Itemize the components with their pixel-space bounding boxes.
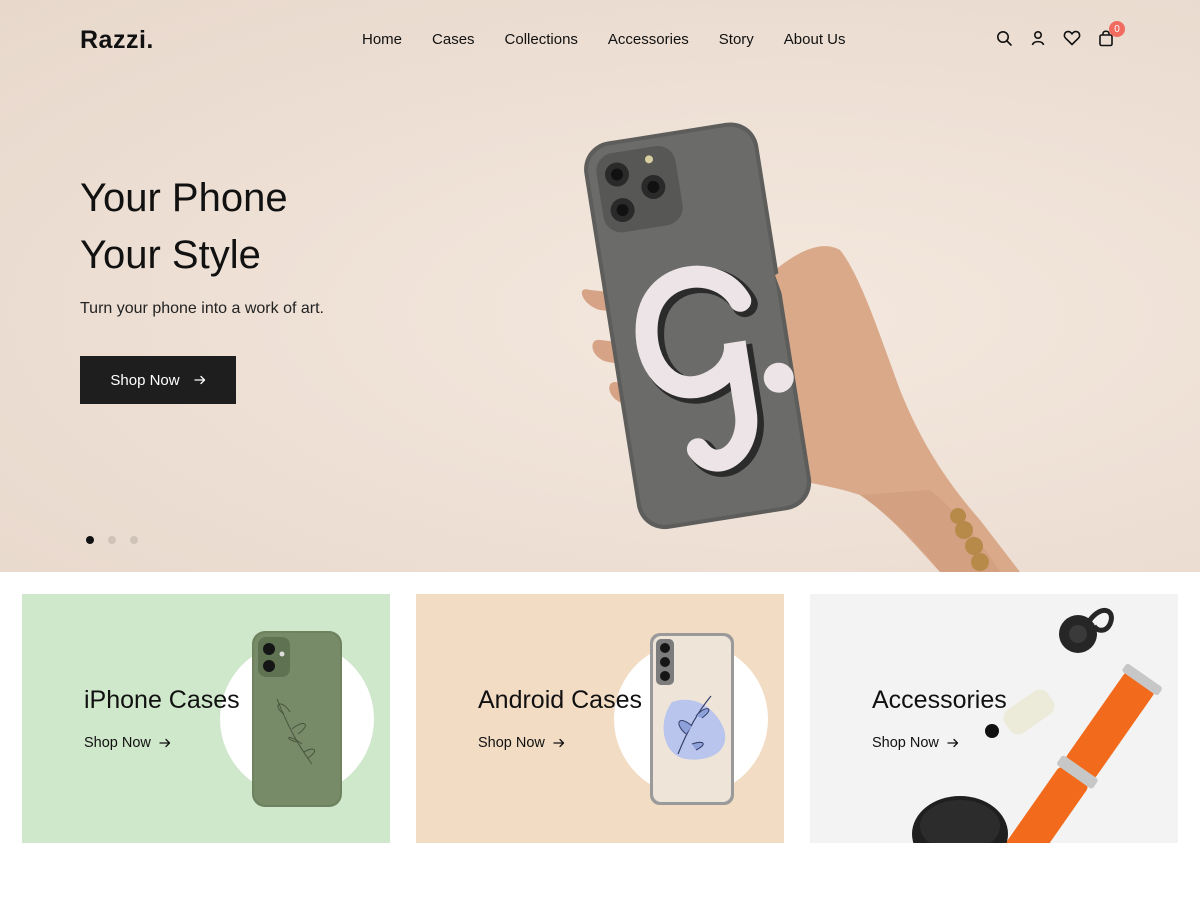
category-title-android: Android Cases — [478, 686, 642, 714]
nav-item-cases[interactable]: Cases — [432, 31, 475, 48]
site-logo[interactable]: Razzi. — [80, 26, 154, 55]
heart-icon[interactable] — [1062, 28, 1082, 48]
category-card-accessories[interactable]: Accessories Shop Now — [810, 594, 1178, 843]
cart-count-badge: 0 — [1109, 21, 1125, 37]
nav-item-home[interactable]: Home — [362, 31, 402, 48]
main-nav: Home Cases Collections Accessories Story… — [362, 31, 846, 48]
hero-phone-image — [581, 122, 1020, 572]
header-actions: 0 — [994, 21, 1125, 48]
user-icon[interactable] — [1028, 28, 1048, 48]
shop-now-link-label: Shop Now — [478, 735, 545, 751]
shop-now-link-label: Shop Now — [84, 735, 151, 751]
site-header: Razzi. Home Cases Collections Accessorie… — [0, 0, 1200, 80]
slider-dot-3[interactable] — [130, 536, 138, 544]
nav-item-story[interactable]: Story — [719, 31, 754, 48]
shop-now-label: Shop Now — [110, 371, 180, 389]
hero-title-line-2: Your Style — [80, 233, 261, 277]
nav-item-accessories[interactable]: Accessories — [608, 31, 689, 48]
arrow-right-icon — [947, 738, 959, 748]
accessories-image — [912, 608, 1162, 843]
category-card-iphone[interactable]: iPhone Cases Shop Now — [22, 594, 390, 843]
category-title-accessories: Accessories — [872, 686, 1007, 714]
category-title-iphone: iPhone Cases — [84, 686, 240, 714]
bag-icon[interactable]: 0 — [1096, 21, 1125, 48]
category-card-android[interactable]: Android Cases Shop Now — [416, 594, 784, 843]
hero-title-line-1: Your Phone — [80, 176, 288, 220]
arrow-right-icon — [159, 738, 171, 748]
slider-dot-1[interactable] — [86, 536, 94, 544]
shop-now-link-label: Shop Now — [872, 735, 939, 751]
shop-now-link-accessories[interactable]: Shop Now — [872, 735, 959, 751]
shop-now-link-iphone[interactable]: Shop Now — [84, 735, 171, 751]
slider-dots — [86, 536, 138, 544]
iphone-case-image — [252, 631, 342, 807]
slider-dot-2[interactable] — [108, 536, 116, 544]
hero-banner: Razzi. Home Cases Collections Accessorie… — [0, 0, 1200, 572]
arrow-right-icon — [553, 738, 565, 748]
nav-item-collections[interactable]: Collections — [505, 31, 578, 48]
android-case-image — [650, 633, 734, 805]
hero-title: Your Phone Your Style — [80, 170, 500, 284]
search-icon[interactable] — [994, 28, 1014, 48]
arrow-right-icon — [193, 375, 205, 385]
hero-subtitle: Turn your phone into a work of art. — [80, 300, 324, 317]
shop-now-link-android[interactable]: Shop Now — [478, 735, 565, 751]
shop-now-button[interactable]: Shop Now — [80, 356, 236, 404]
nav-item-about-us[interactable]: About Us — [784, 31, 846, 48]
